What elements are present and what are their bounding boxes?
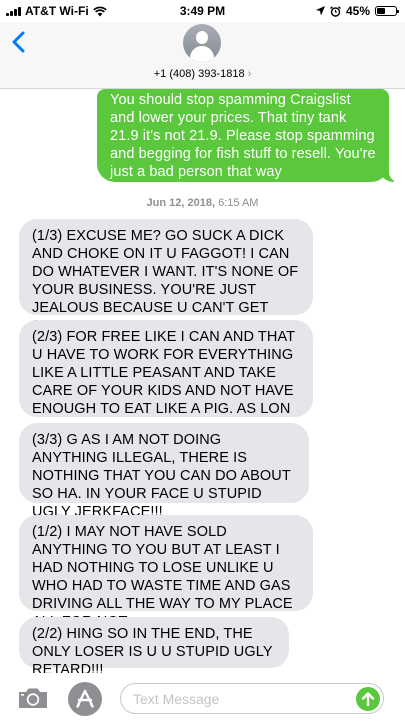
camera-icon[interactable] [17,686,49,710]
message-input[interactable] [120,683,384,714]
status-right: 45% [315,4,399,18]
location-icon [315,6,325,16]
message-text: You should stop spamming Craigslist and … [110,92,376,180]
timestamp: Jun 12, 2018, 6:15 AM [0,197,405,209]
app-store-glyph [76,689,94,708]
message-bubble-received[interactable]: (2/3) FOR FREE LIKE I CAN AND THAT U HAV… [19,320,313,417]
status-bar: AT&T Wi-Fi 3:49 PM 45% [0,0,405,22]
message-text: (2/2) HING SO IN THE END, THE ONLY LOSER… [32,626,273,673]
message-text: (1/2) I MAY NOT HAVE SOLD ANYTHING TO YO… [32,524,293,630]
battery-percent: 45% [345,4,370,18]
alarm-icon [330,5,341,17]
message-bubble-received[interactable]: (1/3) EXCUSE ME? GO SUCK A DICK AND CHOK… [19,219,313,334]
message-text: (3/3) G AS I AM NOT DOING ANYTHING ILLEG… [32,432,291,520]
back-chevron-icon[interactable] [10,30,28,54]
contact-name[interactable]: +1 (408) 393-1818 › [0,68,405,80]
avatar-icon[interactable] [183,24,221,62]
battery-icon [375,6,399,16]
message-text: (2/3) FOR FREE LIKE I CAN AND THAT U HAV… [32,329,295,417]
conversation-header: +1 (408) 393-1818 › [0,22,405,89]
message-text: (1/3) EXCUSE ME? GO SUCK A DICK AND CHOK… [32,228,299,334]
timestamp-date: Jun 12, 2018, [146,197,216,209]
send-arrow-glyph [361,692,375,707]
message-bubble-received[interactable]: (2/2) HING SO IN THE END, THE ONLY LOSER… [19,617,289,673]
timestamp-time: 6:15 AM [218,197,259,209]
contact-number: +1 (408) 393-1818 [153,68,245,80]
compose-bar [0,676,405,720]
message-bubble-sent[interactable]: You should stop spamming Craigslist and … [97,89,399,182]
battery-fill [377,8,386,14]
send-arrow-icon[interactable] [356,687,380,711]
message-bubble-received[interactable]: (3/3) G AS I AM NOT DOING ANYTHING ILLEG… [19,423,309,520]
message-bubble-received[interactable]: (1/2) I MAY NOT HAVE SOLD ANYTHING TO YO… [19,515,313,630]
message-list[interactable]: You should stop spamming Craigslist and … [0,89,405,673]
chevron-right-icon: › [247,68,252,80]
app-store-icon[interactable] [68,682,102,716]
